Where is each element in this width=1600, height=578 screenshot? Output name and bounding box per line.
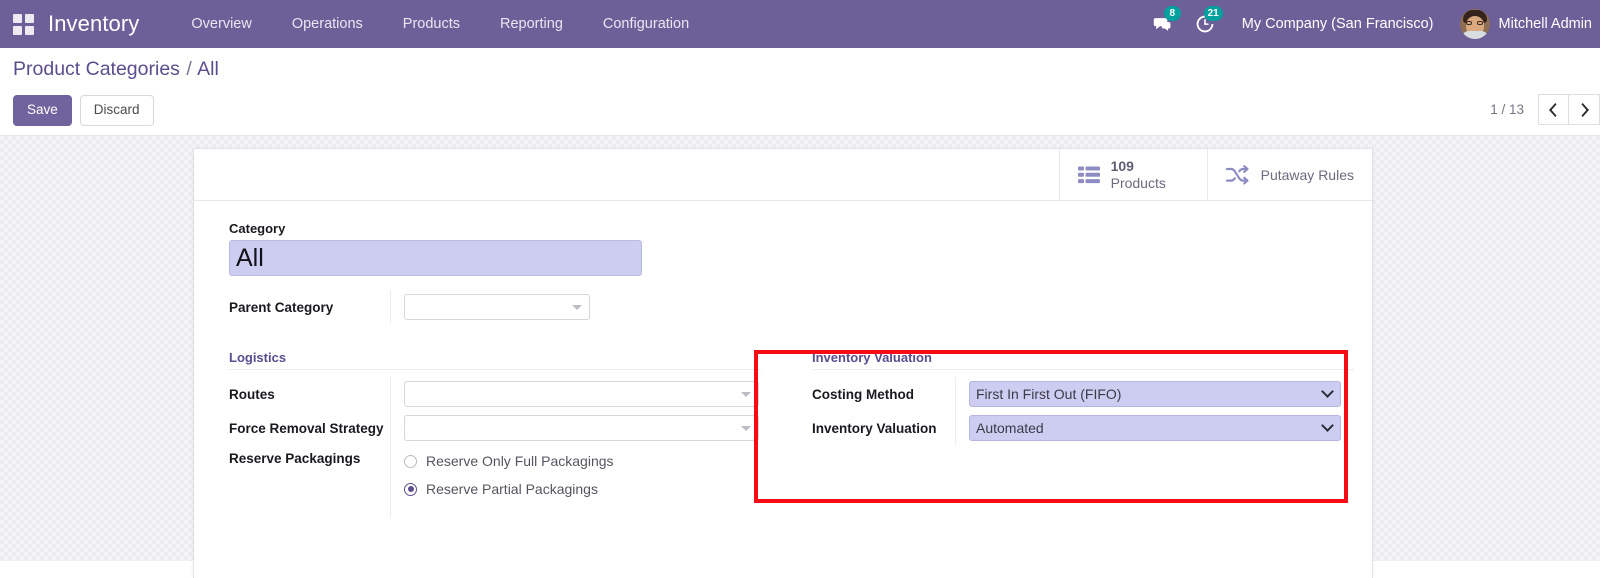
top-navbar: Inventory Overview Operations Products R… <box>0 0 1600 48</box>
inventory-valuation-value-cell: Automated <box>955 411 1354 445</box>
inventory-valuation-label: Inventory Valuation <box>812 420 937 436</box>
control-panel-background <box>0 48 1600 136</box>
stat-putaway-label: Putaway Rules <box>1260 166 1354 183</box>
logistics-group: Logistics Routes Force Removal Strategy <box>212 350 783 517</box>
reserve-packagings-options: Reserve Only Full Packagings Reserve Par… <box>390 445 761 517</box>
pager-previous-button[interactable] <box>1538 94 1569 125</box>
record-action-buttons: Save Discard <box>13 95 154 127</box>
force-removal-strategy-row: Force Removal Strategy <box>212 411 761 445</box>
reserve-packagings-row: Reserve Packagings Reserve Only Full Pac… <box>212 445 761 517</box>
radio-reserve-partial[interactable]: Reserve Partial Packagings <box>404 475 761 503</box>
force-removal-strategy-value-cell <box>390 411 761 445</box>
category-input[interactable] <box>229 240 642 276</box>
menu-item-operations[interactable]: Operations <box>272 0 383 48</box>
breadcrumb-root[interactable]: Product Categories <box>13 58 180 80</box>
caret-down-icon <box>741 426 751 431</box>
inventory-valuation-group: Inventory Valuation Costing Method First… <box>783 350 1354 479</box>
parent-category-input[interactable] <box>404 294 590 320</box>
navbar-right-area: 8 21 My Company (San Francisco) Mitchell… <box>1142 0 1600 48</box>
shuffle-icon <box>1225 164 1250 185</box>
menu-item-products[interactable]: Products <box>383 0 480 48</box>
force-removal-strategy-input[interactable] <box>404 415 759 441</box>
stat-button-putaway-rules[interactable]: Putaway Rules <box>1206 149 1372 200</box>
logistics-group-title: Logistics <box>229 350 761 370</box>
caret-down-icon <box>572 305 582 310</box>
stat-button-box: 109 Products Putaway Rules <box>194 149 1372 201</box>
reserve-packagings-label: Reserve Packagings <box>229 451 361 466</box>
stat-products-value: 109 <box>1110 157 1134 174</box>
caret-down-icon <box>741 392 751 397</box>
messages-badge: 8 <box>1163 6 1181 21</box>
parent-category-label: Parent Category <box>229 299 334 315</box>
chevron-left-icon <box>1549 102 1557 117</box>
parent-category-group: Parent Category <box>212 290 1354 324</box>
avatar <box>1459 9 1490 39</box>
list-view-icon <box>1077 166 1100 184</box>
radio-reserve-only-full-label: Reserve Only Full Packagings <box>426 453 614 469</box>
discard-button[interactable]: Discard <box>79 95 154 127</box>
stat-button-products[interactable]: 109 Products <box>1058 149 1207 200</box>
parent-category-value-cell <box>390 290 1354 324</box>
category-field-group: Category <box>212 221 1354 276</box>
breadcrumb-current: All <box>197 58 219 80</box>
costing-method-row: Costing Method First In First Out (FIFO) <box>795 377 1354 411</box>
radio-button-selected-icon <box>404 482 417 496</box>
category-label: Category <box>229 221 286 236</box>
breadcrumb: Product Categories / All <box>13 58 219 81</box>
menu-item-configuration[interactable]: Configuration <box>583 0 709 48</box>
force-removal-strategy-label: Force Removal Strategy <box>229 420 384 436</box>
costing-method-label: Costing Method <box>812 386 914 402</box>
inventory-valuation-select[interactable]: Automated <box>969 415 1341 441</box>
apps-grid-icon <box>12 13 34 35</box>
form-sheet: 109 Products Putaway Rules Category All … <box>193 148 1373 578</box>
menu-item-overview[interactable]: Overview <box>171 0 271 48</box>
menu-item-reporting[interactable]: Reporting <box>480 0 583 48</box>
save-button[interactable]: Save <box>13 95 72 127</box>
parent-category-row: Parent Category <box>212 290 1354 324</box>
chevron-right-icon <box>1580 102 1589 117</box>
costing-method-value-cell: First In First Out (FIFO) <box>955 377 1354 411</box>
routes-row: Routes <box>212 377 761 411</box>
inventory-valuation-group-title: Inventory Valuation <box>812 350 1354 370</box>
inventory-valuation-row: Inventory Valuation Automated <box>795 411 1354 445</box>
routes-value-cell <box>390 377 761 411</box>
breadcrumb-separator: / <box>186 58 192 80</box>
costing-method-select[interactable]: First In First Out (FIFO) <box>969 381 1341 407</box>
form-columns: Logistics Routes Force Removal Strategy <box>212 350 1354 517</box>
messages-button[interactable]: 8 <box>1142 0 1184 48</box>
company-switcher[interactable]: My Company (San Francisco) <box>1226 0 1450 48</box>
apps-menu-button[interactable] <box>0 0 46 48</box>
radio-button-icon <box>404 454 417 468</box>
user-name-label: Mitchell Admin <box>1498 16 1592 32</box>
app-brand-title[interactable]: Inventory <box>46 11 149 37</box>
routes-input[interactable] <box>404 381 759 407</box>
activities-button[interactable]: 21 <box>1184 0 1226 48</box>
pager-counter: 1 / 13 <box>1490 102 1524 117</box>
pager-next-button[interactable] <box>1569 94 1600 125</box>
stat-products-label: Products <box>1110 174 1166 191</box>
user-menu[interactable]: Mitchell Admin <box>1450 0 1600 48</box>
routes-label: Routes <box>229 386 275 402</box>
navbar-menu: Overview Operations Products Reporting C… <box>171 0 709 48</box>
radio-reserve-partial-label: Reserve Partial Packagings <box>426 481 598 497</box>
radio-reserve-only-full[interactable]: Reserve Only Full Packagings <box>404 447 761 475</box>
pager: 1 / 13 <box>1490 94 1600 125</box>
activities-badge: 21 <box>1203 6 1223 21</box>
form-body: Category Parent Category Logistics Route <box>194 201 1372 517</box>
